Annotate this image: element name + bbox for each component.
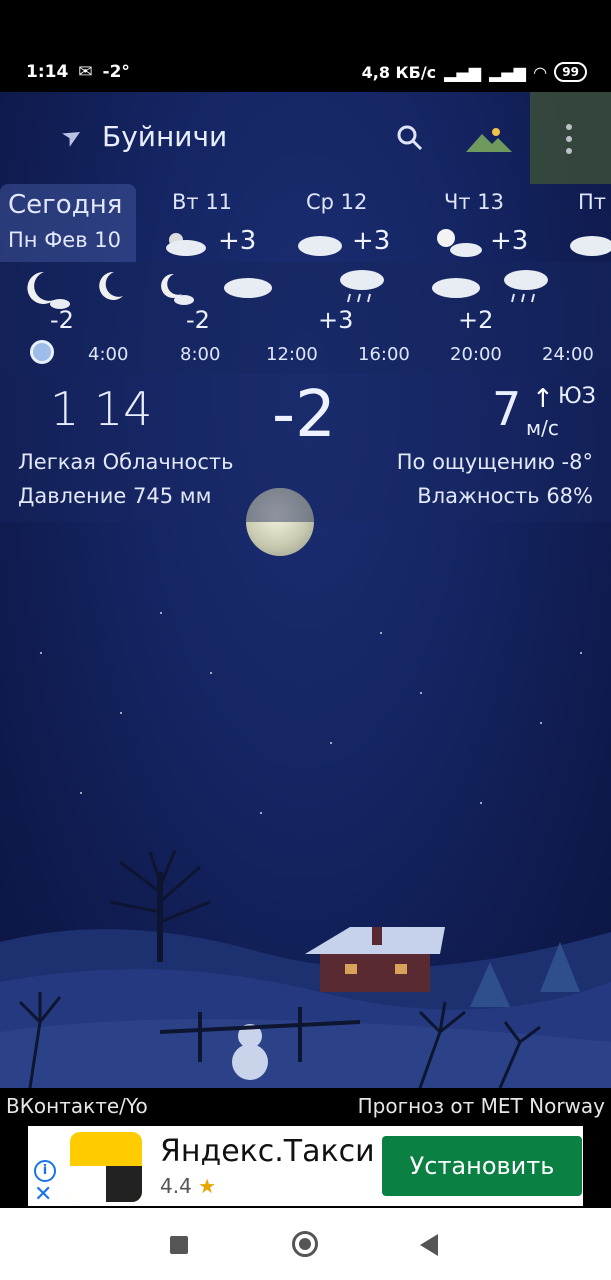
winter-landscape-illustration — [0, 849, 611, 1088]
rain-icon — [504, 270, 548, 303]
rating-value: 4.4 — [160, 1174, 192, 1198]
day-thu[interactable]: Чт 13 +3 — [426, 184, 546, 262]
day-tue[interactable]: Вт 11 +3 — [150, 184, 270, 262]
app-logo — [70, 1132, 142, 1202]
search-icon[interactable] — [396, 124, 424, 152]
wind-arrow-icon: ↑ — [532, 384, 554, 414]
more-menu-button[interactable] — [530, 92, 611, 184]
footer-bar: ВКонтакте/Yo Прогноз от MET Norway — [0, 1088, 611, 1126]
status-left: 1:14 ✉ -2° — [26, 62, 130, 82]
location-arrow-icon: ➤ — [56, 118, 88, 154]
hour-temp: -2 — [186, 306, 210, 334]
sun-cloud-icon — [437, 229, 482, 257]
wind-unit: м/с — [526, 416, 559, 440]
day-date: Пн Фев 10 — [8, 228, 121, 252]
hour-label: 24:00 — [542, 344, 594, 365]
hour-label: 8:00 — [180, 344, 221, 365]
signal-icon: ▂▄▆ — [444, 62, 482, 82]
battery-icon: 99 — [554, 62, 587, 82]
hour-temp: -2 — [50, 306, 74, 334]
pressure: Давление 745 мм — [18, 484, 212, 508]
status-right: 4,8 КБ/с ▂▄▆ ▂▄▆ ◠ 99 — [362, 62, 587, 82]
star-icon: ★ — [198, 1174, 217, 1198]
recents-button[interactable] — [170, 1236, 188, 1254]
ad-app-name: Яндекс.Такси — [160, 1134, 375, 1169]
back-button[interactable] — [420, 1234, 438, 1256]
moon-cloud-icons — [27, 271, 194, 309]
feels-like: По ощущению -8° — [396, 450, 593, 474]
hour-temp: +3 — [318, 306, 354, 334]
cloud-icon — [432, 278, 480, 298]
hour-label: 12:00 — [266, 344, 318, 365]
status-temp: -2° — [102, 62, 130, 82]
day-wed[interactable]: Ср 12 +3 — [290, 184, 410, 262]
hour-label: 4:00 — [88, 344, 129, 365]
cloud-icon — [224, 278, 272, 298]
day-name: Пт — [578, 190, 607, 214]
ad-banner: i ✕ Яндекс.Такси 4.4 ★ Установить — [0, 1126, 611, 1208]
humidity: Влажность 68% — [417, 484, 593, 508]
hour-label: 16:00 — [358, 344, 410, 365]
credit-link-left[interactable]: ВКонтакте/Yo — [6, 1094, 148, 1118]
location-name[interactable]: Буйничи — [102, 120, 227, 153]
hour-temp: +2 — [458, 306, 494, 334]
day-temp: +3 — [218, 226, 257, 256]
cloud-icon — [570, 236, 611, 256]
credit-link-right[interactable]: Прогноз от MET Norway — [358, 1094, 605, 1118]
close-icon[interactable]: ✕ — [34, 1182, 52, 1207]
hour-label: 20:00 — [450, 344, 502, 365]
current-time: 1 14 — [50, 382, 153, 436]
net-speed: 4,8 КБ/с — [361, 62, 437, 82]
home-button[interactable] — [292, 1231, 318, 1257]
condition-text: Легкая Облачность — [18, 450, 234, 474]
current-temp: -2 — [272, 378, 336, 452]
ad-app-rating: 4.4 ★ — [160, 1174, 216, 1198]
day-name: Сегодня — [8, 190, 123, 220]
day-today[interactable]: Сегодня Пн Фев 10 — [0, 184, 136, 262]
wind-speed: 7 — [492, 382, 522, 436]
cloud-icon — [298, 236, 342, 256]
current-time-marker — [30, 340, 54, 364]
install-button[interactable]: Установить — [382, 1136, 582, 1196]
daily-forecast-row: Сегодня Пн Фев 10 Вт 11 +3 Ср 12 +3 Чт 1… — [0, 184, 611, 262]
weather-background: ➤ Буйничи Сегодня Пн Фев 10 Вт 11 +3 Ср … — [0, 92, 611, 1088]
day-name: Чт 13 — [444, 190, 505, 214]
rain-icon — [340, 270, 384, 303]
day-name: Вт 11 — [172, 190, 233, 214]
day-name: Ср 12 — [306, 190, 368, 214]
status-bar: 1:14 ✉ -2° 4,8 КБ/с ▂▄▆ ▂▄▆ ◠ 99 — [0, 0, 611, 92]
app-toolbar: ➤ Буйничи — [0, 92, 611, 184]
wind-direction: ЮЗ — [558, 384, 596, 409]
hourly-forecast: -2 -2 +3 +2 4:00 8:00 12:00 16:00 20:00 … — [0, 262, 611, 374]
ad-box[interactable]: i ✕ Яндекс.Такси 4.4 ★ Установить — [28, 1126, 583, 1207]
signal-icon-2: ▂▄▆ — [489, 62, 526, 82]
cloud-sun-icon — [166, 233, 206, 256]
day-temp: +3 — [352, 226, 391, 256]
day-fri[interactable]: Пт — [566, 184, 611, 262]
wifi-icon: ◠ — [533, 62, 547, 82]
status-time: 1:14 — [26, 62, 69, 82]
more-vert-icon — [566, 124, 572, 154]
landscape-icon[interactable] — [466, 126, 512, 152]
info-icon[interactable]: i — [34, 1160, 56, 1182]
mail-icon: ✉ — [78, 62, 93, 82]
system-nav-bar — [0, 1208, 611, 1280]
day-temp: +3 — [490, 226, 529, 256]
